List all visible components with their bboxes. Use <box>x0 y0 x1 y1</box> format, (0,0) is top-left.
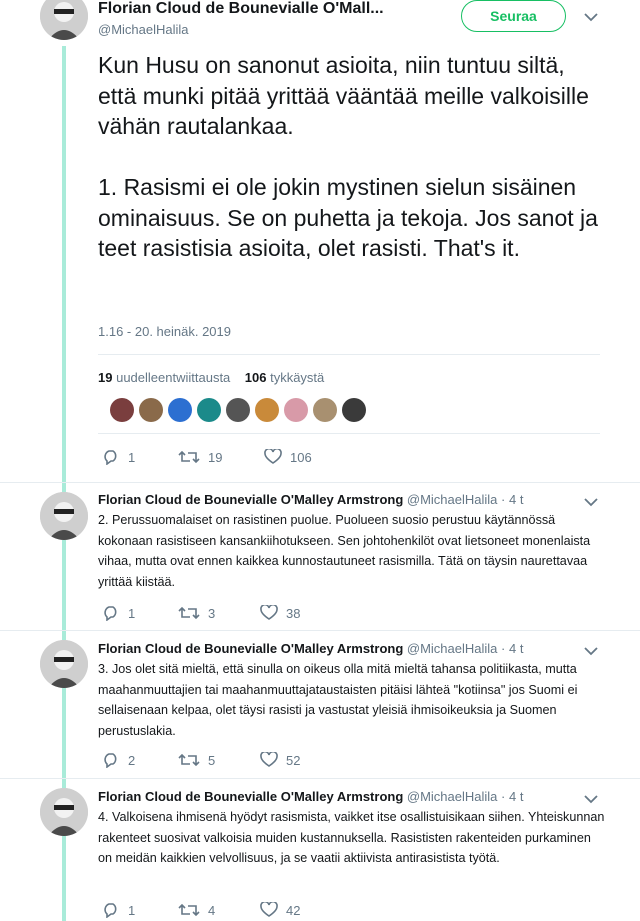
reply-actions: 1 3 38 <box>102 605 300 621</box>
main-tweet-header: Florian Cloud de Bounevialle O'Mall... @… <box>98 0 384 37</box>
liker-avatar[interactable] <box>226 398 250 422</box>
reply-button[interactable]: 1 <box>102 449 178 465</box>
liker-avatar[interactable] <box>313 398 337 422</box>
liker-avatar[interactable] <box>342 398 366 422</box>
retweet-count: 4 <box>208 902 216 918</box>
retweet-icon <box>178 752 208 768</box>
retweet-button[interactable]: 5 <box>178 752 260 768</box>
reply-author-name[interactable]: Florian Cloud de Bounevialle O'Malley Ar… <box>98 641 403 656</box>
retweet-count: 3 <box>208 605 216 621</box>
retweet-count: 19 <box>208 449 223 465</box>
avatar[interactable] <box>40 0 88 40</box>
reply-header: Florian Cloud de Bounevialle O'Malley Ar… <box>98 641 523 656</box>
like-count: 42 <box>286 902 301 918</box>
heart-icon <box>260 902 286 918</box>
like-count: 38 <box>286 605 301 621</box>
retweet-count: 5 <box>208 752 216 768</box>
retweet-icon <box>178 605 208 621</box>
divider <box>0 482 640 483</box>
retweet-label[interactable]: uudelleentwiittausta <box>116 370 230 385</box>
chevron-down-icon[interactable] <box>584 794 598 804</box>
author-name[interactable]: Florian Cloud de Bounevialle O'Mall... <box>98 0 384 18</box>
heart-icon <box>264 449 290 465</box>
tweet-stats: 19 uudelleentwiittausta 106 tykkäystä <box>98 370 324 385</box>
retweet-button[interactable]: 3 <box>178 605 260 621</box>
reply-header: Florian Cloud de Bounevialle O'Malley Ar… <box>98 789 523 804</box>
liker-avatar[interactable] <box>284 398 308 422</box>
liker-avatar[interactable] <box>197 398 221 422</box>
retweet-button[interactable]: 4 <box>178 902 260 918</box>
reply-icon <box>102 752 128 768</box>
chevron-down-icon[interactable] <box>584 12 598 22</box>
reply-handle[interactable]: @MichaelHalila <box>407 492 498 507</box>
divider <box>98 354 600 355</box>
reply-actions: 2 5 52 <box>102 752 300 768</box>
reply-actions: 1 4 42 <box>102 902 300 918</box>
liker-avatars <box>110 398 371 422</box>
reply-button[interactable]: 1 <box>102 605 178 621</box>
reply-count: 1 <box>128 605 136 621</box>
heart-icon <box>260 752 286 768</box>
reply-text: 4. Valkoisena ihmisenä hyödyt rasismista… <box>98 810 605 865</box>
liker-avatar[interactable] <box>168 398 192 422</box>
reply-icon <box>102 449 128 465</box>
retweet-icon <box>178 449 208 465</box>
reply-button[interactable]: 2 <box>102 752 178 768</box>
reply-handle[interactable]: @MichaelHalila <box>407 641 498 656</box>
reply-time[interactable]: · 4 t <box>501 492 523 507</box>
reply-author-name[interactable]: Florian Cloud de Bounevialle O'Malley Ar… <box>98 492 403 507</box>
main-tweet-actions: 1 19 106 <box>102 449 312 465</box>
chevron-down-icon[interactable] <box>584 497 598 507</box>
main-tweet-text: Kun Husu on sanonut asioita, niin tuntuu… <box>98 52 598 261</box>
divider <box>98 433 600 434</box>
like-button[interactable]: 106 <box>264 449 312 465</box>
reply-count: 1 <box>128 902 136 918</box>
like-button[interactable]: 42 <box>260 902 300 918</box>
retweet-icon <box>178 902 208 918</box>
reply-author-name[interactable]: Florian Cloud de Bounevialle O'Malley Ar… <box>98 789 403 804</box>
liker-avatar[interactable] <box>139 398 163 422</box>
avatar[interactable] <box>40 640 88 688</box>
author-handle[interactable]: @MichaelHalila <box>98 22 384 37</box>
retweet-button[interactable]: 19 <box>178 449 264 465</box>
reply-handle[interactable]: @MichaelHalila <box>407 789 498 804</box>
follow-button[interactable]: Seuraa <box>461 0 566 32</box>
divider <box>0 630 640 631</box>
liker-avatar[interactable] <box>255 398 279 422</box>
liker-avatar[interactable] <box>110 398 134 422</box>
like-count[interactable]: 106 <box>245 370 267 385</box>
reply-icon <box>102 605 128 621</box>
like-count: 52 <box>286 752 301 768</box>
reply-count: 2 <box>128 752 136 768</box>
tweet-timestamp[interactable]: 1.16 - 20. heinäk. 2019 <box>98 324 231 339</box>
reply-icon <box>102 902 128 918</box>
reply-button[interactable]: 1 <box>102 902 178 918</box>
chevron-down-icon[interactable] <box>584 646 598 656</box>
like-label[interactable]: tykkäystä <box>270 370 324 385</box>
retweet-count[interactable]: 19 <box>98 370 112 385</box>
avatar[interactable] <box>40 492 88 540</box>
reply-time[interactable]: · 4 t <box>501 789 523 804</box>
like-button[interactable]: 52 <box>260 752 300 768</box>
reply-header: Florian Cloud de Bounevialle O'Malley Ar… <box>98 492 523 507</box>
heart-icon <box>260 605 286 621</box>
reply-count: 1 <box>128 449 136 465</box>
like-button[interactable]: 38 <box>260 605 300 621</box>
reply-text: 3. Jos olet sitä mieltä, että sinulla on… <box>98 662 578 738</box>
reply-time[interactable]: · 4 t <box>501 641 523 656</box>
avatar[interactable] <box>40 788 88 836</box>
divider <box>0 778 640 779</box>
reply-text: 2. Perussuomalaiset on rasistinen puolue… <box>98 513 591 589</box>
like-count-action: 106 <box>290 449 312 465</box>
